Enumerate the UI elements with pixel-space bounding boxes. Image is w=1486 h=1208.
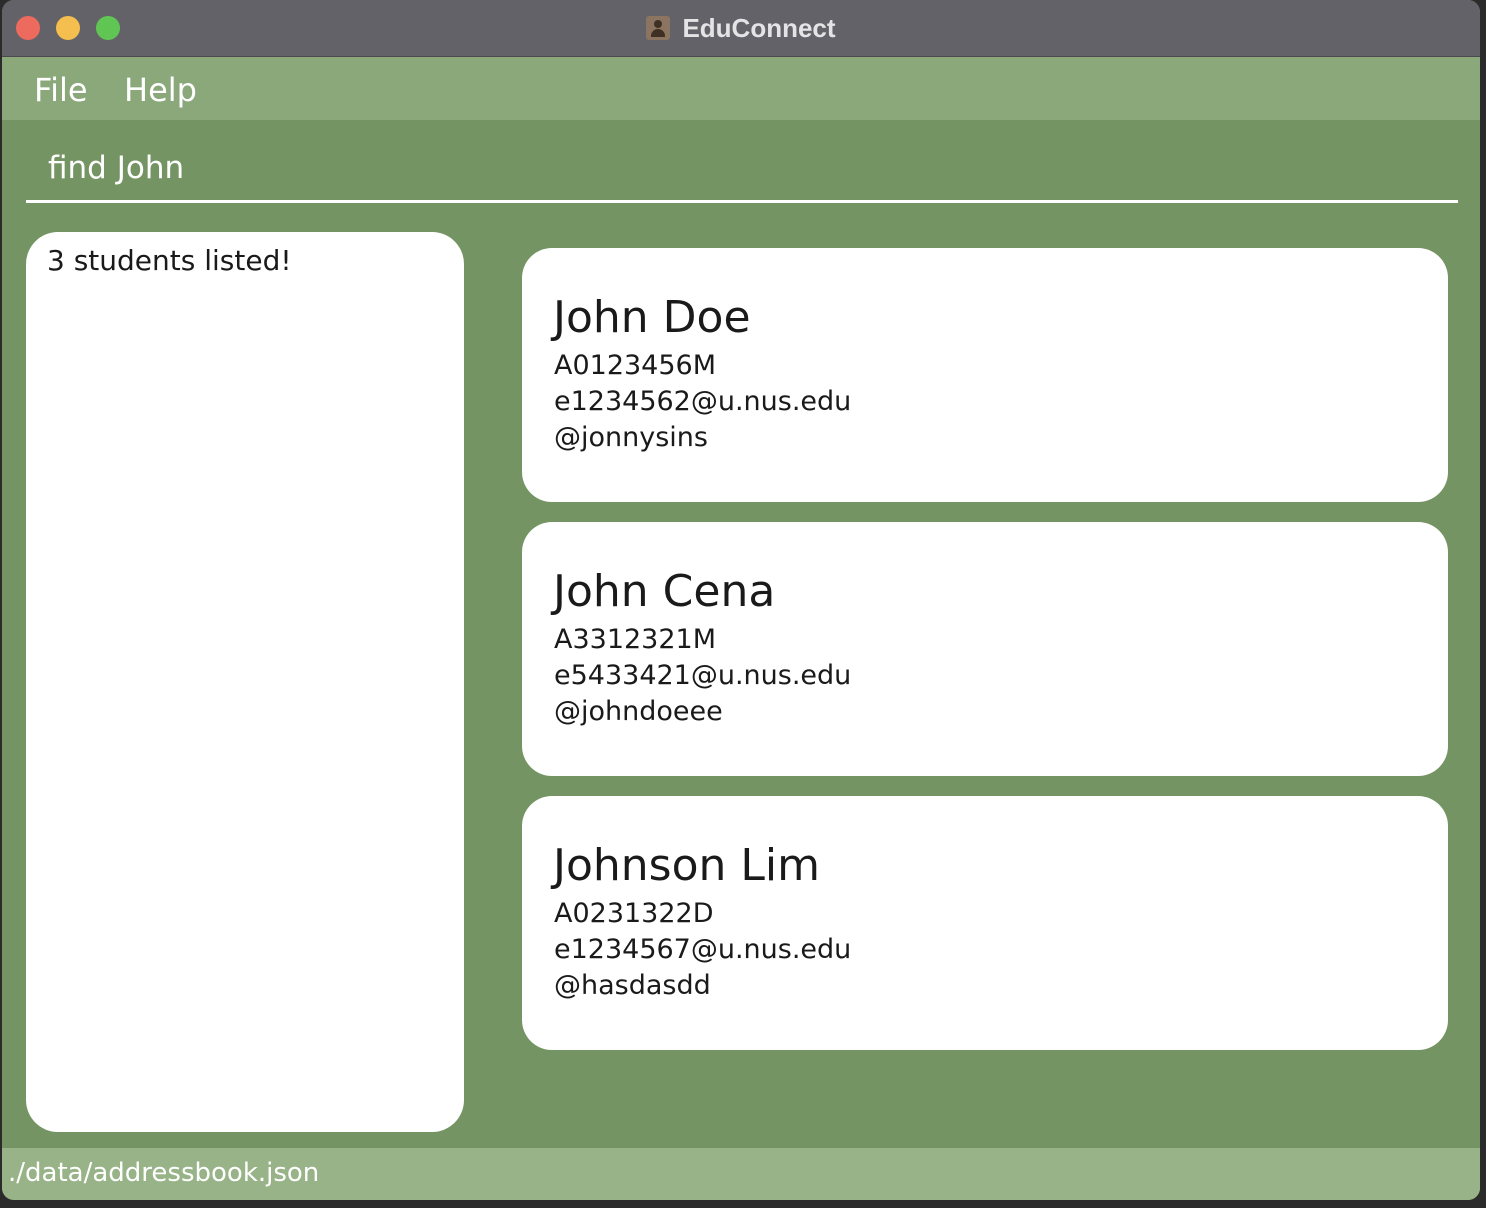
command-input-text: find John xyxy=(48,150,185,186)
student-handle: @hasdasdd xyxy=(554,970,711,1001)
student-name: John Cena xyxy=(553,566,776,617)
title-bar: EduConnect xyxy=(2,0,1480,57)
student-card[interactable]: Johnson Lim A0231322D e1234567@u.nus.edu… xyxy=(522,796,1448,1050)
app-window: EduConnect File Help find John 3 student… xyxy=(2,0,1480,1200)
menu-file[interactable]: File xyxy=(34,71,88,109)
student-name: John Doe xyxy=(553,292,751,343)
student-card[interactable]: John Doe A0123456M e1234562@u.nus.edu @j… xyxy=(522,248,1448,502)
student-email: e1234567@u.nus.edu xyxy=(554,934,852,965)
student-id: A0123456M xyxy=(554,350,717,381)
status-bar: ./data/addressbook.json xyxy=(2,1148,1480,1200)
student-handle: @jonnysins xyxy=(554,422,708,453)
result-display: 3 students listed! xyxy=(26,232,464,1132)
window-title-wrap: EduConnect xyxy=(2,0,1480,56)
command-input[interactable]: find John xyxy=(26,140,1458,203)
result-message: 3 students listed! xyxy=(47,244,292,277)
menu-bar: File Help xyxy=(2,57,1480,120)
student-email: e5433421@u.nus.edu xyxy=(554,660,852,691)
window-title: EduConnect xyxy=(682,12,836,43)
student-card[interactable]: John Cena A3312321M e5433421@u.nus.edu @… xyxy=(522,522,1448,776)
student-name: Johnson Lim xyxy=(553,840,820,891)
student-handle: @johndoeee xyxy=(554,696,723,727)
contact-card-icon xyxy=(646,16,671,40)
save-file-path: ./data/addressbook.json xyxy=(8,1158,320,1188)
menu-help[interactable]: Help xyxy=(124,71,197,109)
student-email: e1234562@u.nus.edu xyxy=(554,386,852,417)
student-id: A0231322D xyxy=(554,898,714,929)
student-id: A3312321M xyxy=(554,624,717,655)
